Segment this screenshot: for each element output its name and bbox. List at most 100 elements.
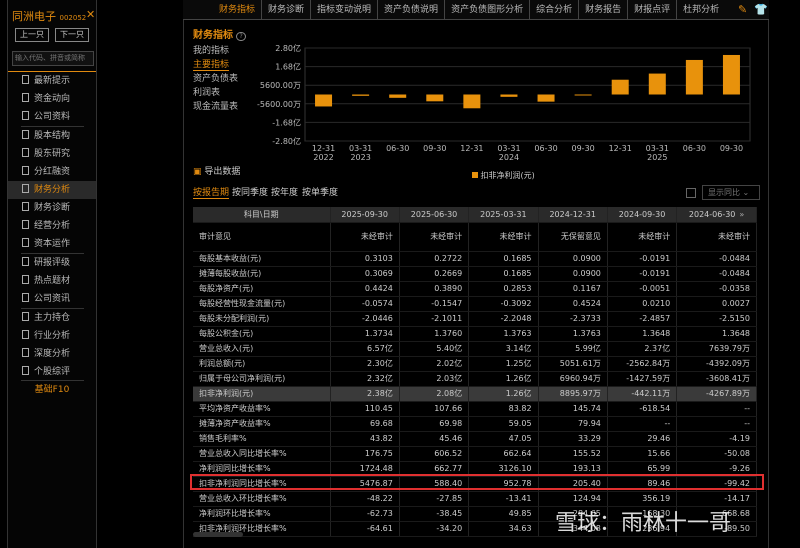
period-tab[interactable]: 按报告期: [193, 185, 230, 199]
x-tick-label: 06-30: [386, 144, 409, 153]
row-label: 每股基本收益(元): [193, 251, 331, 267]
bar[interactable]: [500, 94, 518, 97]
y-tick-label: 5600.00万: [260, 81, 301, 90]
sidebar: 同洲电子 002052 ✕ 上一只 下一只 最新提示资金动向公司资料股本结构股东…: [7, 0, 97, 548]
sidebar-item[interactable]: 资金动向: [8, 90, 96, 108]
sidebar-item[interactable]: 财务分析: [8, 181, 96, 199]
cell: 0.0900: [538, 266, 608, 282]
sidebar-item[interactable]: 公司资讯: [8, 290, 96, 308]
row-label: 扣非净利润(元): [193, 386, 331, 402]
row-label: 审计意见: [193, 222, 331, 252]
divider: [21, 253, 84, 254]
cell: -618.54: [607, 401, 678, 417]
sidebar-item[interactable]: 热点题材: [8, 272, 96, 290]
table-row: 摊薄每股收益(元) 0.3069 0.2669 0.1685 0.0900 -0.0191…: [193, 266, 757, 282]
sidebar-item-label: 分红融资: [34, 167, 71, 177]
tab[interactable]: 指标变动说明: [311, 0, 379, 20]
cell: 145.74: [538, 401, 608, 417]
sidebar-item[interactable]: 个股综评: [8, 363, 96, 381]
period-tab[interactable]: 按同季度: [232, 185, 268, 198]
cell: -27.85: [399, 491, 470, 507]
cell: 176.75: [330, 446, 400, 462]
sidebar-item[interactable]: 行业分析: [8, 327, 96, 345]
period-tab[interactable]: 按单季度: [302, 185, 338, 198]
sidebar-item[interactable]: 研报评级: [8, 254, 96, 272]
row-label: 营业总收入同比增长率%: [193, 446, 331, 462]
bar[interactable]: [722, 54, 740, 95]
next-stock-button[interactable]: 下一只: [55, 28, 89, 42]
row-label: 每股未分配利润(元): [193, 311, 331, 327]
bar[interactable]: [611, 79, 629, 95]
cell: 2.38亿: [330, 386, 400, 402]
y-tick-label: -5600.00万: [257, 100, 301, 109]
document-icon: [22, 238, 29, 247]
x-tick-label: 06-30: [534, 144, 557, 153]
highlight-box: [190, 474, 764, 490]
cell: -2.3733: [538, 311, 608, 327]
tab[interactable]: 资产负债说明: [378, 0, 446, 20]
document-icon: [22, 220, 29, 229]
sidebar-item[interactable]: 主力持仓: [8, 309, 96, 327]
sidebar-item-label: 最新提示: [34, 76, 71, 86]
cell: 2.08亿: [399, 386, 470, 402]
row-label: 归属于母公司净利润(元): [193, 371, 331, 387]
bar[interactable]: [648, 73, 666, 95]
sidebar-item[interactable]: 经营分析: [8, 217, 96, 235]
cell: -2.2048: [468, 311, 539, 327]
tab[interactable]: 杜邦分析: [677, 0, 725, 20]
sidebar-item[interactable]: 最新提示: [8, 72, 96, 90]
basic-f10-link[interactable]: 基础F10: [8, 382, 96, 395]
column-header: 2024-09-30: [607, 207, 678, 223]
cell: 6960.94万: [538, 371, 608, 387]
show-yoy-dropdown[interactable]: 显示同比 ⌄: [702, 185, 760, 200]
edit-icon[interactable]: ✎: [738, 3, 747, 16]
x-tick-year: 2022: [313, 153, 333, 162]
cell: 0.1685: [468, 251, 539, 267]
sidebar-item[interactable]: 公司资料: [8, 108, 96, 126]
cell: 0.2722: [399, 251, 470, 267]
sidebar-item[interactable]: 股本结构: [8, 127, 96, 145]
bar[interactable]: [537, 94, 555, 102]
cell: -64.61: [330, 521, 400, 537]
tab[interactable]: 财务报告: [579, 0, 629, 20]
bar[interactable]: [352, 94, 370, 96]
tab[interactable]: 财务诊断: [262, 0, 312, 20]
table-row: 营业总收入(元) 6.57亿 5.40亿 3.14亿 5.99亿 2.37亿 7639.79…: [193, 341, 757, 357]
tab[interactable]: 财务指标: [213, 0, 263, 20]
stock-search-input[interactable]: [12, 51, 94, 66]
cell: 1.25亿: [468, 356, 539, 372]
more-columns-button[interactable]: »: [739, 210, 744, 219]
export-data-button[interactable]: ▣ 导出数据: [193, 164, 240, 177]
show-yoy-checkbox[interactable]: [686, 188, 696, 198]
shirt-icon[interactable]: 👕: [754, 3, 768, 16]
bar[interactable]: [426, 94, 444, 102]
close-icon[interactable]: ✕: [86, 8, 95, 21]
period-tab[interactable]: 按年度: [271, 185, 298, 198]
bar[interactable]: [463, 94, 481, 109]
cell: 1.26亿: [468, 371, 539, 387]
sidebar-item[interactable]: 财务诊断: [8, 199, 96, 217]
tab[interactable]: 财报点评: [628, 0, 678, 20]
cell: --: [607, 416, 678, 432]
bar[interactable]: [315, 94, 333, 107]
horizontal-scrollbar[interactable]: [193, 532, 243, 537]
sidebar-item[interactable]: 股东研究: [8, 145, 96, 163]
document-icon: [22, 330, 29, 339]
bar[interactable]: [389, 94, 407, 98]
sidebar-item[interactable]: 深度分析: [8, 345, 96, 363]
sidebar-item[interactable]: 资本运作: [8, 235, 96, 253]
tab[interactable]: 综合分析: [530, 0, 580, 20]
table-row: 审计意见 未经审计 未经审计 未经审计 无保留意见 未经审计 未经审计: [193, 222, 757, 252]
bar[interactable]: [685, 59, 703, 95]
document-icon: [22, 93, 29, 102]
tab[interactable]: 资产负债图形分析: [445, 0, 531, 20]
cell: -2.1011: [399, 311, 470, 327]
cell: 0.3890: [399, 281, 470, 297]
sidebar-item[interactable]: 分红融资: [8, 163, 96, 181]
bar[interactable]: [574, 94, 592, 96]
cell: 29.46: [607, 431, 678, 447]
cell: 未经审计: [607, 222, 678, 252]
cell: -0.0191: [607, 251, 678, 267]
x-tick-label: 03-31: [646, 144, 669, 153]
prev-stock-button[interactable]: 上一只: [15, 28, 49, 42]
